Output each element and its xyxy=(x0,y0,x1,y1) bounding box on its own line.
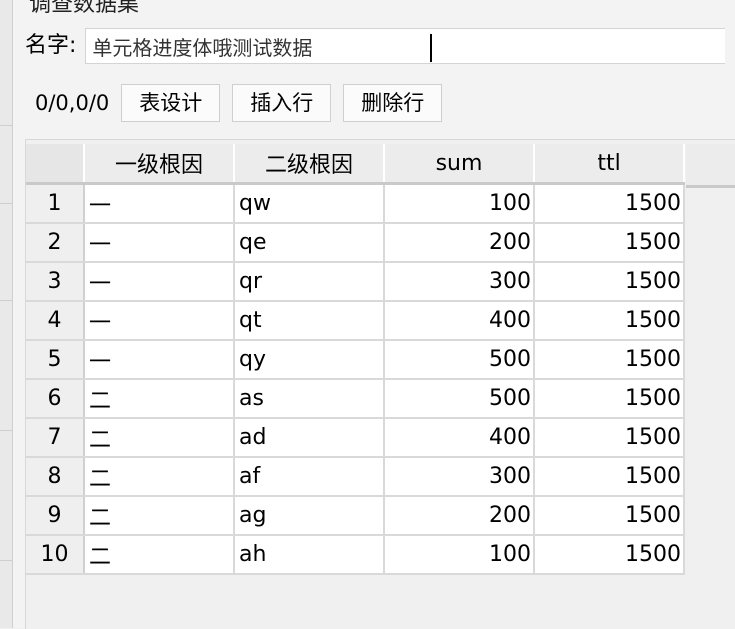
header-filler xyxy=(686,144,735,188)
dataset-editor-window: 调查数据集 名字: 0/0,0/0 表设计 插入行 删除行 一级 xyxy=(12,0,735,629)
row-number[interactable]: 5 xyxy=(26,340,85,380)
cell-ttl[interactable]: 1500 xyxy=(534,418,685,458)
cell-sum[interactable]: 100 xyxy=(384,535,535,575)
row-number[interactable]: 10 xyxy=(26,535,85,575)
delete-row-button[interactable]: 删除行 xyxy=(343,84,443,122)
name-input-wrapper xyxy=(85,28,726,64)
row-number[interactable]: 4 xyxy=(26,301,85,341)
cell-level1-cause[interactable]: 一 xyxy=(84,262,235,302)
cell-level2-cause[interactable]: qe xyxy=(234,223,385,263)
cell-ttl[interactable]: 1500 xyxy=(534,340,685,380)
cell-level1-cause[interactable]: 二 xyxy=(84,496,235,536)
column-header[interactable]: sum xyxy=(384,144,535,185)
cell-level2-cause[interactable]: qy xyxy=(234,340,385,380)
cell-level2-cause[interactable]: qw xyxy=(234,183,385,224)
cell-sum[interactable]: 500 xyxy=(384,379,535,419)
table-row[interactable]: 10 二 ah 100 1500 xyxy=(26,535,685,575)
cell-ttl[interactable]: 1500 xyxy=(534,535,685,575)
header-row: 一级根因 二级根因 sum ttl xyxy=(26,144,685,185)
cell-sum[interactable]: 300 xyxy=(384,262,535,302)
cell-sum[interactable]: 200 xyxy=(384,496,535,536)
cell-sum[interactable]: 400 xyxy=(384,301,535,341)
row-number[interactable]: 9 xyxy=(26,496,85,536)
window-title: 调查数据集 xyxy=(29,0,140,17)
selection-counter: 0/0,0/0 xyxy=(35,91,110,115)
table-row[interactable]: 2 一 qe 200 1500 xyxy=(26,223,685,263)
table-row[interactable]: 9 二 ag 200 1500 xyxy=(26,496,685,536)
name-row: 名字: xyxy=(25,26,726,66)
cell-ttl[interactable]: 1500 xyxy=(534,496,685,536)
cell-sum[interactable]: 300 xyxy=(384,457,535,497)
cell-level1-cause[interactable]: 一 xyxy=(84,340,235,380)
table-row[interactable]: 8 二 af 300 1500 xyxy=(26,457,685,497)
cell-level1-cause[interactable]: 二 xyxy=(84,379,235,419)
cell-level2-cause[interactable]: ad xyxy=(234,418,385,458)
cell-sum[interactable]: 400 xyxy=(384,418,535,458)
cell-sum[interactable]: 500 xyxy=(384,340,535,380)
cell-level2-cause[interactable]: as xyxy=(234,379,385,419)
row-number[interactable]: 7 xyxy=(26,418,85,458)
cell-level2-cause[interactable]: af xyxy=(234,457,385,497)
toolbar: 0/0,0/0 表设计 插入行 删除行 xyxy=(35,83,454,123)
cell-level2-cause[interactable]: qr xyxy=(234,262,385,302)
cell-sum[interactable]: 200 xyxy=(384,223,535,263)
name-label: 名字: xyxy=(25,33,77,58)
table-row[interactable]: 5 一 qy 500 1500 xyxy=(26,340,685,380)
cell-level1-cause[interactable]: 一 xyxy=(84,223,235,263)
cell-level2-cause[interactable]: qt xyxy=(234,301,385,341)
column-header[interactable]: 一级根因 xyxy=(84,144,235,185)
data-grid[interactable]: 一级根因 二级根因 sum ttl 1 一 qw 100 1500 2 一 qe 200 1500… xyxy=(25,139,735,629)
cell-ttl[interactable]: 1500 xyxy=(534,262,685,302)
row-number[interactable]: 8 xyxy=(26,457,85,497)
cell-level2-cause[interactable]: ag xyxy=(234,496,385,536)
name-input[interactable] xyxy=(85,28,726,64)
table-design-button[interactable]: 表设计 xyxy=(121,84,221,122)
column-header[interactable]: ttl xyxy=(534,144,685,185)
cell-ttl[interactable]: 1500 xyxy=(534,183,685,224)
cell-level1-cause[interactable]: 二 xyxy=(84,535,235,575)
table-row[interactable]: 4 一 qt 400 1500 xyxy=(26,301,685,341)
cell-level1-cause[interactable]: 二 xyxy=(84,457,235,497)
text-caret xyxy=(430,34,433,62)
data-table: 一级根因 二级根因 sum ttl 1 一 qw 100 1500 2 一 qe 200 1500… xyxy=(26,144,685,575)
table-row[interactable]: 7 二 ad 400 1500 xyxy=(26,418,685,458)
select-all-corner[interactable] xyxy=(26,144,85,185)
column-header[interactable]: 二级根因 xyxy=(234,144,385,185)
cell-level2-cause[interactable]: ah xyxy=(234,535,385,575)
row-number[interactable]: 3 xyxy=(26,262,85,302)
cell-level1-cause[interactable]: 一 xyxy=(84,183,235,224)
row-number[interactable]: 6 xyxy=(26,379,85,419)
cell-ttl[interactable]: 1500 xyxy=(534,457,685,497)
table-row[interactable]: 6 二 as 500 1500 xyxy=(26,379,685,419)
row-number[interactable]: 2 xyxy=(26,223,85,263)
cell-level1-cause[interactable]: 一 xyxy=(84,301,235,341)
cell-ttl[interactable]: 1500 xyxy=(534,301,685,341)
cell-ttl[interactable]: 1500 xyxy=(534,223,685,263)
cell-ttl[interactable]: 1500 xyxy=(534,379,685,419)
row-number[interactable]: 1 xyxy=(26,183,85,224)
cell-level1-cause[interactable]: 二 xyxy=(84,418,235,458)
table-row[interactable]: 3 一 qr 300 1500 xyxy=(26,262,685,302)
cell-sum[interactable]: 100 xyxy=(384,183,535,224)
insert-row-button[interactable]: 插入行 xyxy=(232,84,332,122)
table-row[interactable]: 1 一 qw 100 1500 xyxy=(26,183,685,224)
